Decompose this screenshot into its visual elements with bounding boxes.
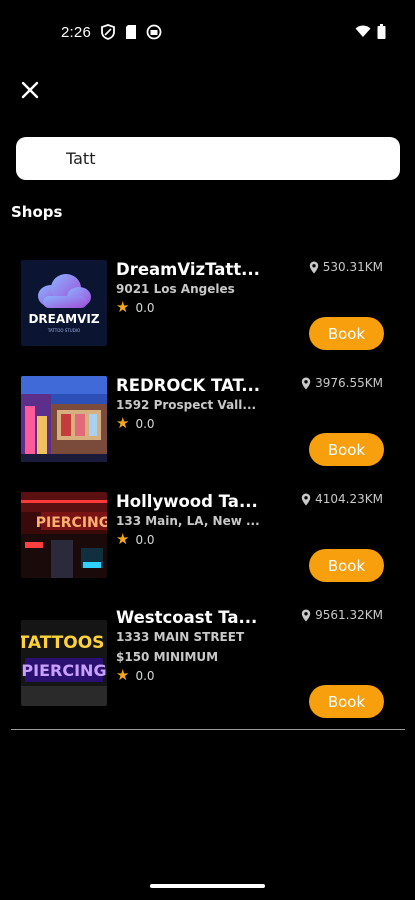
shop-rating: ★ 0.0 [116, 532, 155, 547]
shop-rating: ★ 0.0 [116, 668, 155, 683]
storefront-photo [21, 376, 107, 462]
location-pin-icon [301, 377, 311, 389]
rating-value: 0.0 [135, 416, 155, 431]
home-indicator[interactable] [150, 884, 265, 888]
star-icon: ★ [116, 414, 130, 432]
shop-distance: 4104.23KM [301, 492, 383, 506]
rating-value: 0.0 [135, 668, 155, 683]
book-button[interactable]: Book [309, 685, 384, 718]
shop-distance: 9561.32KM [301, 608, 383, 622]
shop-address: 1592 Prospect Vall... [116, 398, 257, 412]
book-button[interactable]: Book [309, 433, 384, 466]
shop-distance: 530.31KM [309, 260, 383, 274]
shop-thumbnail: DREAMVIZ TATTOO STUDIO [21, 260, 107, 346]
dreamviz-logo: DREAMVIZ TATTOO STUDIO [28, 274, 100, 333]
shop-thumbnail: PIERCING [21, 492, 107, 578]
shop-name: Westcoast Ta... [116, 608, 258, 627]
location-pin-icon [301, 493, 311, 505]
shop-address: 133 Main, LA, New ... [116, 514, 260, 528]
star-icon: ★ [116, 298, 130, 316]
star-icon: ★ [116, 666, 130, 684]
neon-sign-photo: PIERCING [21, 492, 107, 578]
book-button[interactable]: Book [309, 549, 384, 582]
close-icon [21, 81, 39, 99]
divider [11, 729, 405, 730]
svg-text:TATTOOS: TATTOOS [21, 633, 104, 653]
shop-thumbnail [21, 376, 107, 462]
search-input[interactable] [16, 137, 400, 180]
sim-card-icon [126, 25, 136, 39]
status-time: 2:26 [61, 24, 91, 41]
close-button[interactable] [18, 78, 42, 102]
distance-value: 530.31KM [322, 260, 383, 274]
book-button[interactable]: Book [309, 317, 384, 350]
svg-text:PIERCING: PIERCING [36, 515, 107, 531]
rating-value: 0.0 [135, 532, 155, 547]
location-pin-icon [309, 261, 318, 273]
app-notification-icon [146, 24, 162, 40]
shop-minimum: $150 MINIMUM [116, 650, 219, 664]
svg-text:DREAMVIZ: DREAMVIZ [28, 312, 99, 326]
rating-value: 0.0 [135, 300, 155, 315]
svg-text:TATTOO STUDIO: TATTOO STUDIO [47, 328, 80, 333]
shop-rating: ★ 0.0 [116, 300, 155, 315]
battery-icon [377, 24, 386, 39]
status-bar: 2:26 [0, 0, 415, 64]
location-pin-icon [301, 609, 311, 621]
shop-name: REDROCK TAT... [116, 376, 261, 395]
shop-name: DreamVizTatt... [116, 260, 260, 279]
section-title: Shops [11, 203, 63, 221]
shop-thumbnail: TATTOOS PIERCING [21, 620, 107, 706]
shop-rating: ★ 0.0 [116, 416, 155, 431]
shield-icon [101, 24, 115, 40]
distance-value: 9561.32KM [315, 608, 383, 622]
shop-address: 9021 Los Angeles [116, 282, 235, 296]
distance-value: 3976.55KM [315, 376, 383, 390]
svg-text:PIERCING: PIERCING [21, 661, 106, 680]
wifi-icon [355, 25, 371, 37]
star-icon: ★ [116, 530, 130, 548]
shop-name: Hollywood Ta... [116, 492, 258, 511]
shop-distance: 3976.55KM [301, 376, 383, 390]
neon-sign-photo: TATTOOS PIERCING [21, 620, 107, 706]
shop-address: 1333 MAIN STREET [116, 630, 245, 644]
distance-value: 4104.23KM [315, 492, 383, 506]
